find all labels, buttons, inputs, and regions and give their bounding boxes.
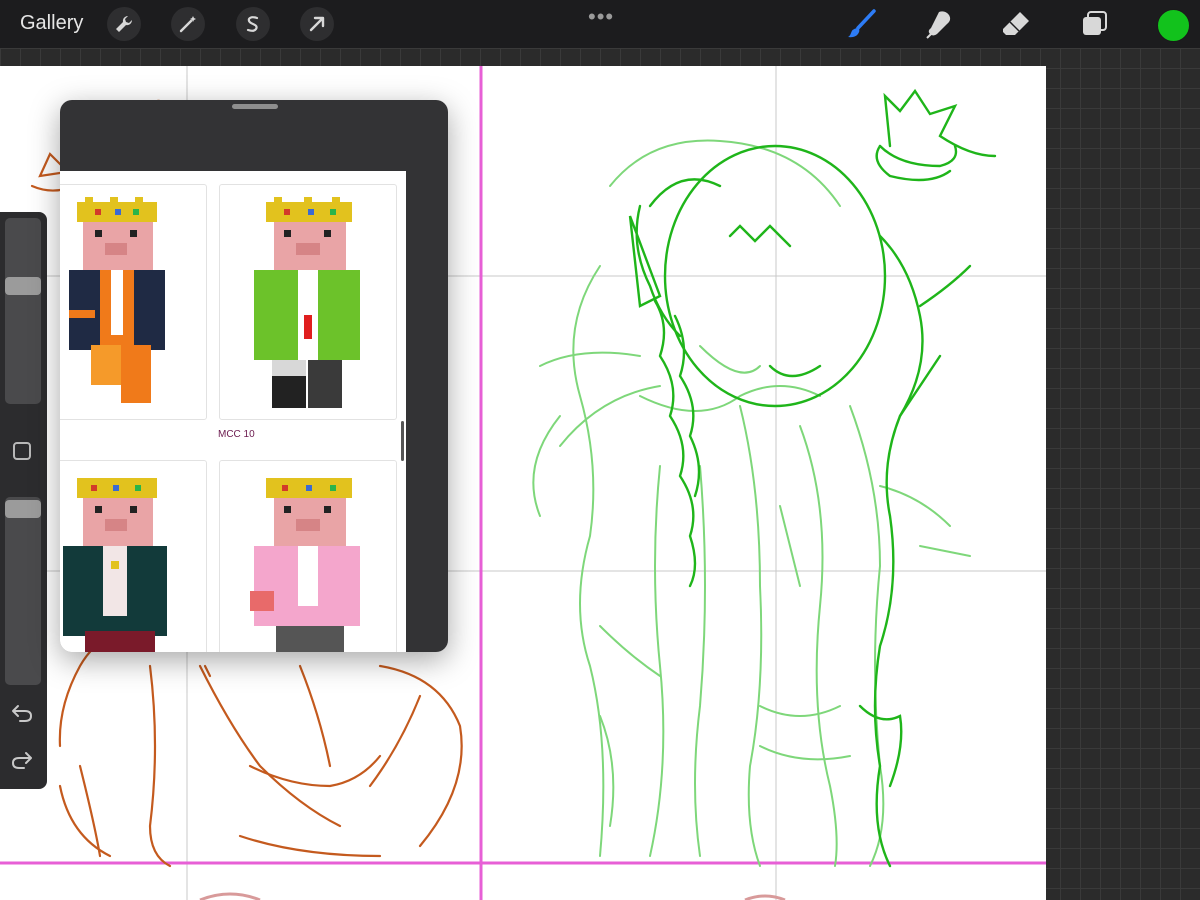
pig-skin-green-image [254,197,360,408]
green-sketch [628,88,997,868]
skin-caption: MCC 10 [218,429,255,440]
pig-skin-teal-image [63,478,167,652]
eraser-icon[interactable] [999,8,1033,40]
reference-image: MCC 10 [60,171,406,652]
skin-card-4 [219,460,397,652]
opacity-thumb[interactable] [5,500,41,518]
brush-size-slider[interactable] [5,218,41,404]
redo-icon[interactable] [10,749,34,777]
gallery-button[interactable]: Gallery [20,12,83,35]
undo-icon[interactable] [10,702,34,730]
more-options-icon[interactable]: ••• [588,4,614,30]
left-sidebar [0,212,47,789]
color-picker-button[interactable] [1157,9,1190,42]
pig-skin-orange-image [69,197,165,403]
reference-scrollbar[interactable] [401,421,404,461]
pig-skin-pink-image [250,478,360,652]
top-toolbar: Gallery ••• [0,0,1200,48]
brush-icon[interactable] [845,8,879,40]
wrench-icon[interactable] [107,7,141,41]
light-green-sketch [532,139,971,867]
magic-wand-icon[interactable] [171,7,205,41]
opacity-slider[interactable] [5,497,41,685]
skin-card-2 [219,184,397,420]
reference-window[interactable]: MCC 10 [60,100,448,652]
brush-size-thumb[interactable] [5,277,41,295]
transform-arrow-icon[interactable] [300,7,334,41]
skin-card-1 [60,184,207,420]
skin-card-3 [60,460,207,652]
layers-icon[interactable] [1078,8,1112,40]
selection-icon[interactable] [236,7,270,41]
smudge-icon[interactable] [922,8,956,40]
eyedropper-modify-button[interactable] [13,442,31,460]
reference-drag-handle[interactable] [232,104,278,109]
